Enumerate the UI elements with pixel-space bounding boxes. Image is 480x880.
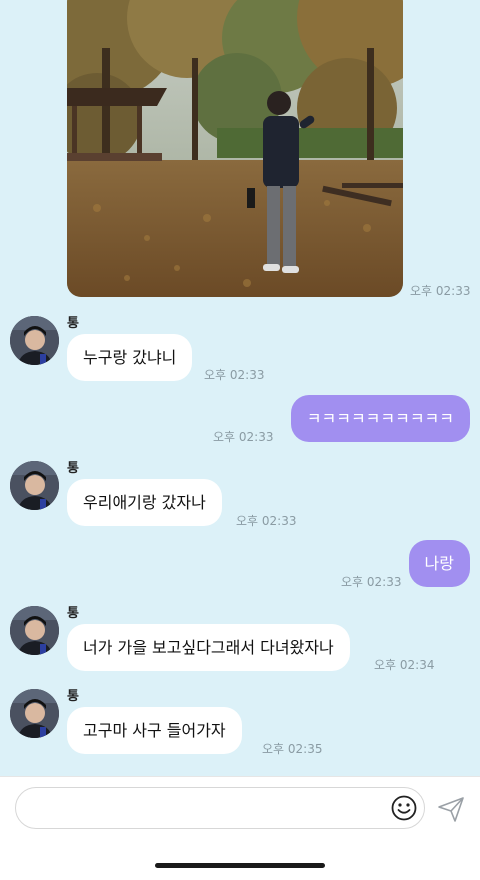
message-input[interactable] [15,787,425,829]
paper-plane-icon [438,797,464,822]
profile-photo [10,461,59,510]
message-bubble-incoming[interactable]: 누구랑 갔냐니 [67,334,193,381]
message-bubble-outgoing[interactable]: 나랑 [408,540,470,587]
send-button[interactable] [436,794,466,824]
photo-message[interactable] [67,0,403,297]
profile-photo [10,689,59,738]
message-bubble-outgoing[interactable]: ㅋㅋㅋㅋㅋㅋㅋㅋㅋㅋ [290,395,470,442]
message-bubble-incoming[interactable]: 우리애기랑 갔자나 [67,479,222,526]
message-timestamp: 오후 02:35 [262,742,323,756]
avatar[interactable] [10,689,59,738]
avatar[interactable] [10,606,59,655]
profile-photo [10,316,59,365]
sender-name: 통 [67,689,79,704]
emoji-button[interactable] [390,794,418,822]
message-input-bar [0,776,480,880]
avatar[interactable] [10,316,59,365]
sender-name: 통 [67,606,79,621]
message-timestamp: 오후 02:33 [213,430,274,444]
sender-name: 통 [67,316,79,331]
photo-timestamp: 오후 02:33 [410,284,471,298]
home-indicator [155,863,325,868]
profile-photo [10,606,59,655]
message-bubble-incoming[interactable]: 너가 가을 보고싶다그래서 다녀왔자나 [67,624,350,671]
message-timestamp: 오후 02:33 [236,514,297,528]
autumn-park-photo [67,0,403,297]
message-timestamp: 오후 02:34 [374,658,435,672]
sender-name: 통 [67,461,79,476]
smiley-icon [391,795,417,821]
avatar[interactable] [10,461,59,510]
message-timestamp: 오후 02:33 [204,368,265,382]
chat-area[interactable]: 오후 02:33 통 누구랑 갔냐니 오후 02:33 ㅋㅋㅋㅋㅋㅋㅋㅋㅋㅋ 오… [0,0,480,776]
message-bubble-incoming[interactable]: 고구마 사구 들어가자 [67,707,242,754]
message-timestamp: 오후 02:33 [341,575,402,589]
